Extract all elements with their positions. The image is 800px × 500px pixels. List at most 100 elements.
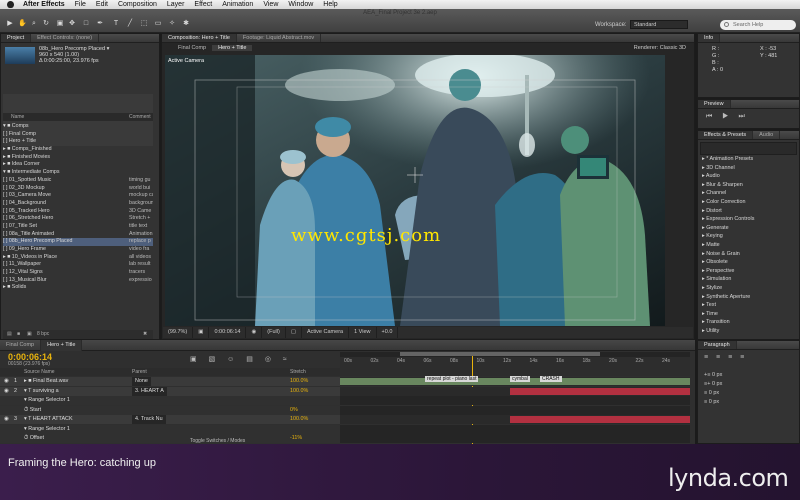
effect-category[interactable]: ▸ Time	[698, 310, 799, 319]
layer-name[interactable]: ⏱ Start	[24, 406, 41, 415]
project-item[interactable]: [ ] 04_Background backgroun	[3, 200, 153, 208]
effect-category[interactable]: ▸ Simulation	[698, 275, 799, 284]
new-comp-icon[interactable]: ▣	[27, 330, 32, 339]
layer-name[interactable]: ▾ T HEART ATTACK	[24, 415, 73, 424]
type-tool-icon[interactable]: T	[112, 20, 120, 28]
effect-category[interactable]: ▸ Distort	[698, 207, 799, 216]
tab-paragraph[interactable]: Paragraph	[698, 341, 737, 349]
layer-stretch[interactable]: 100.0%	[290, 387, 308, 396]
parent-column[interactable]: Parent	[132, 368, 147, 376]
indent-right-field[interactable]: ≡+ 0 px	[704, 380, 722, 389]
tab-audio[interactable]: Audio	[753, 131, 781, 139]
draft-3d-icon[interactable]: ▧	[209, 356, 221, 363]
layer-name[interactable]: ▾ Range Selector 1	[24, 396, 70, 405]
exposure-value[interactable]: +0.0	[377, 327, 399, 338]
effect-category[interactable]: ▸ Color Correction	[698, 198, 799, 207]
workspace-select[interactable]: Standard	[630, 20, 688, 29]
effect-category[interactable]: ▸ Audio	[698, 172, 799, 181]
layer-row[interactable]: ◉ 1 ▸ ■ Final Beat.wav None 100.0%	[0, 377, 340, 386]
menu-layer[interactable]: Layer	[162, 0, 190, 9]
layer-stretch[interactable]: -11%	[290, 434, 302, 443]
layer-parent[interactable]: 4. Track Nu	[132, 415, 166, 424]
trash-icon[interactable]: ✖	[143, 330, 147, 339]
project-item[interactable]: ▾ ■ Intermediate Comps	[3, 169, 153, 177]
project-item[interactable]: [ ] 12_Vital Signs tracers	[3, 269, 153, 277]
menu-edit[interactable]: Edit	[91, 0, 113, 9]
comment-column-header[interactable]: Comment	[129, 113, 151, 121]
view-layout-select[interactable]: 1 View	[349, 327, 377, 338]
clone-tool-icon[interactable]: ⬚	[140, 20, 148, 28]
layer-parent[interactable]: 3. HEART A	[132, 386, 167, 396]
camera-tool-icon[interactable]: ▣	[56, 20, 64, 28]
effect-category[interactable]: ▸ Blur & Sharpen	[698, 181, 799, 190]
nav-final-comp[interactable]: Final Comp	[172, 45, 212, 51]
project-item[interactable]: [ ] 07_Title Set title text	[3, 223, 153, 231]
indent-left-field[interactable]: +≡ 0 px	[704, 371, 722, 380]
project-item[interactable]: ▸ ■ 10_Videos in Place all videos	[3, 254, 153, 262]
brush-tool-icon[interactable]: ╱	[126, 20, 134, 28]
last-frame-icon[interactable]: ⏭	[738, 113, 748, 120]
bpc-label[interactable]: 8 bpc	[37, 330, 49, 339]
effect-category[interactable]: ▸ Stylize	[698, 284, 799, 293]
hand-tool-icon[interactable]: ✋	[18, 20, 27, 28]
name-column-header[interactable]: Name	[11, 113, 24, 121]
current-time-display[interactable]: 0:00:06:14	[209, 327, 247, 338]
menu-effect[interactable]: Effect	[189, 0, 217, 9]
property-row[interactable]: ⏱ Offset -11%	[0, 434, 340, 443]
work-area-range[interactable]	[400, 352, 600, 356]
effect-category[interactable]: ▸ * Animation Presets	[698, 155, 799, 164]
project-item[interactable]: [ ] 01_Spotted Music timing gu	[3, 177, 153, 185]
shy-icon[interactable]: ☺	[227, 356, 239, 363]
layer-row[interactable]: ◉ 2 ▾ T surviving a 3. HEART A 100.0%	[0, 386, 340, 396]
project-item[interactable]: ▾ ■ Comps	[3, 123, 153, 131]
pen-tool-icon[interactable]: ✒	[96, 20, 104, 28]
project-item[interactable]: [ ] 09_Hero Frame video fra	[3, 246, 153, 254]
menu-animation[interactable]: Animation	[217, 0, 258, 9]
layer-track[interactable]	[340, 424, 690, 434]
menu-help[interactable]: Help	[318, 0, 342, 9]
menu-view[interactable]: View	[258, 0, 283, 9]
layer-name[interactable]: ▸ ■ Final Beat.wav	[24, 377, 68, 386]
property-row[interactable]: ⏱ Start 0%	[0, 405, 340, 415]
project-item[interactable]: ▸ ■ Comps_Finished	[3, 146, 153, 154]
effect-category[interactable]: ▸ Generate	[698, 224, 799, 233]
apple-icon[interactable]	[7, 1, 14, 8]
nav-hero-title[interactable]: Hero + Title	[212, 45, 253, 51]
visibility-eye-icon[interactable]: ◉	[4, 387, 9, 396]
effects-search-input[interactable]	[700, 142, 797, 155]
text-layer-bar[interactable]	[510, 416, 690, 423]
menu-file[interactable]: File	[70, 0, 91, 9]
layer-marker[interactable]: CRASH	[540, 376, 562, 382]
tab-footage[interactable]: Footage: Liquid Abstract.mov	[237, 34, 322, 42]
project-item[interactable]: [ ] Final Comp	[3, 131, 153, 139]
time-ruler[interactable]: 00s 02s 04s 06s 08s 10s 12s 14s 16s 18s 20s 22s 24s	[340, 352, 690, 466]
effect-category[interactable]: ▸ Perspective	[698, 267, 799, 276]
project-item[interactable]: [ ] 08b_Hero Precomp Placed replace p	[3, 238, 153, 246]
text-layer-bar[interactable]	[510, 387, 690, 395]
layer-track[interactable]	[340, 396, 690, 405]
layer-track[interactable]	[340, 386, 690, 396]
project-item[interactable]: [ ] 02_3D Mockup world bui	[3, 185, 153, 193]
tab-effect-controls[interactable]: Effect Controls: (none)	[31, 34, 100, 42]
search-help-input[interactable]: Search Help	[720, 20, 796, 30]
project-item[interactable]: ▸ ■ Idea Corner	[3, 161, 153, 169]
effect-category[interactable]: ▸ Expression Controls	[698, 215, 799, 224]
composition-viewer[interactable]: Active Camera www.cgtsj.com	[165, 55, 665, 326]
region-of-interest-icon[interactable]: ▢	[286, 327, 303, 338]
layer-parent[interactable]: None	[132, 377, 151, 386]
effect-category[interactable]: ▸ Keying	[698, 232, 799, 241]
interpret-footage-icon[interactable]: ▤	[7, 330, 12, 339]
snapshot-icon[interactable]: ▣	[193, 327, 210, 338]
effect-category[interactable]: ▸ Transition	[698, 318, 799, 327]
frame-blending-icon[interactable]: ▤	[246, 356, 258, 363]
tab-final-comp[interactable]: Final Comp	[0, 340, 42, 351]
effect-category[interactable]: ▸ Matte	[698, 241, 799, 250]
visibility-eye-icon[interactable]: ◉	[4, 377, 9, 386]
menu-composition[interactable]: Composition	[113, 0, 162, 9]
align-left-icon[interactable]: ≡	[704, 354, 711, 361]
project-item[interactable]: [ ] 03_Camera Move mockup ca	[3, 192, 153, 200]
zoom-tool-icon[interactable]: ⌕	[30, 20, 38, 28]
project-item[interactable]: ▸ ■ Finished Movies	[3, 154, 153, 162]
effect-category[interactable]: ▸ Text	[698, 301, 799, 310]
mask-tool-icon[interactable]: □	[82, 20, 90, 28]
